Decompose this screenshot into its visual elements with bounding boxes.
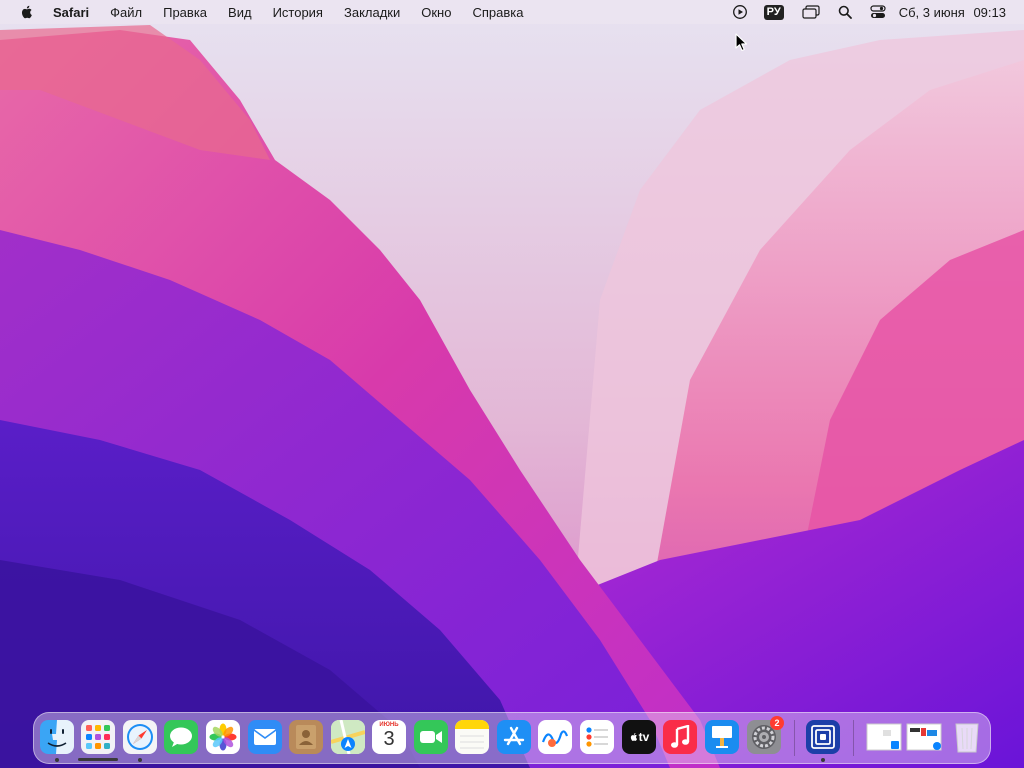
- keynote-icon: [712, 726, 732, 748]
- document-thumbnail-icon: [906, 723, 942, 751]
- reminders-icon: [586, 727, 608, 747]
- clock-date: Сб, 3 июня: [898, 4, 965, 20]
- menu-file[interactable]: Файл: [110, 5, 142, 20]
- menu-history[interactable]: История: [273, 5, 323, 20]
- dock-window-manager[interactable]: [806, 720, 840, 754]
- dock-notes[interactable]: [455, 720, 489, 754]
- input-source-badge[interactable]: РУ: [763, 4, 784, 20]
- dock-finder[interactable]: [40, 720, 74, 754]
- dock-recent-document-2[interactable]: [905, 720, 943, 754]
- apple-logo-icon: [630, 733, 637, 741]
- dock-music[interactable]: [663, 720, 697, 754]
- menu-edit[interactable]: Правка: [163, 5, 207, 20]
- running-indicator-safari: [138, 758, 142, 762]
- tv-label: tv: [638, 730, 650, 744]
- screen-mirroring-icon[interactable]: [802, 5, 820, 19]
- notes-icon: [455, 720, 489, 749]
- menu-window[interactable]: Окно: [421, 5, 451, 20]
- maps-icon: [331, 720, 365, 754]
- dock-contacts[interactable]: [289, 720, 323, 754]
- facetime-icon: [420, 731, 442, 743]
- dock-photos[interactable]: [206, 720, 240, 754]
- dock-messages[interactable]: [164, 720, 198, 754]
- clock-time: 09:13: [973, 4, 1006, 20]
- dock-tv[interactable]: tv: [622, 720, 656, 754]
- contacts-icon: [296, 725, 316, 749]
- launchpad-indicator: [78, 758, 118, 761]
- menu-bar: Safari Файл Правка Вид История Закладки …: [0, 0, 1024, 24]
- app-store-icon: [503, 726, 525, 746]
- dock-trash[interactable]: [950, 720, 984, 754]
- dock-maps[interactable]: [331, 720, 365, 754]
- running-indicator-window-manager: [821, 758, 825, 762]
- menu-help[interactable]: Справка: [472, 5, 523, 20]
- tv-icon: tv: [629, 730, 650, 744]
- dock-recent-document-1[interactable]: [865, 720, 903, 754]
- messages-icon: [170, 727, 192, 747]
- photos-icon: [209, 723, 237, 751]
- settings-update-badge: 2: [770, 716, 784, 730]
- safari-icon: [127, 724, 153, 750]
- calendar-day: 3: [383, 728, 395, 750]
- running-indicator-finder: [55, 758, 59, 762]
- dock-facetime[interactable]: [414, 720, 448, 754]
- dock-mail[interactable]: [248, 720, 282, 754]
- document-thumbnail-icon: [866, 723, 902, 751]
- dock-freeform[interactable]: [538, 720, 572, 754]
- apple-menu-icon[interactable]: [19, 4, 35, 20]
- menu-bookmarks[interactable]: Закладки: [344, 5, 400, 20]
- freeform-icon: [541, 730, 569, 747]
- mouse-pointer-icon: [735, 33, 748, 52]
- desktop-wallpaper: [0, 0, 1024, 768]
- mail-icon: [253, 729, 277, 745]
- window-manager-icon: [811, 725, 835, 749]
- search-icon[interactable]: [838, 5, 852, 19]
- dock-keynote[interactable]: [705, 720, 739, 754]
- menu-view[interactable]: Вид: [228, 5, 252, 20]
- music-icon: [671, 725, 690, 748]
- dock-calendar[interactable]: ИЮНЬ 3: [372, 720, 406, 754]
- status-area: РУ Сб, 3 июня 09:13: [718, 0, 1024, 24]
- dock-reminders[interactable]: [580, 720, 614, 754]
- dock-safari[interactable]: [123, 720, 157, 754]
- control-center-icon[interactable]: [870, 5, 886, 19]
- dock-app-store[interactable]: [497, 720, 531, 754]
- menu-bar-clock[interactable]: Сб, 3 июня 09:13: [899, 5, 1006, 20]
- launchpad-icon: [86, 725, 110, 749]
- now-playing-icon[interactable]: [732, 4, 748, 20]
- dock-separator: [794, 720, 795, 756]
- menu-app-name[interactable]: Safari: [53, 5, 89, 20]
- dock-separator-2: [853, 720, 854, 756]
- dock-launchpad[interactable]: [81, 720, 115, 754]
- finder-icon: [40, 720, 74, 754]
- trash-icon: [955, 723, 979, 753]
